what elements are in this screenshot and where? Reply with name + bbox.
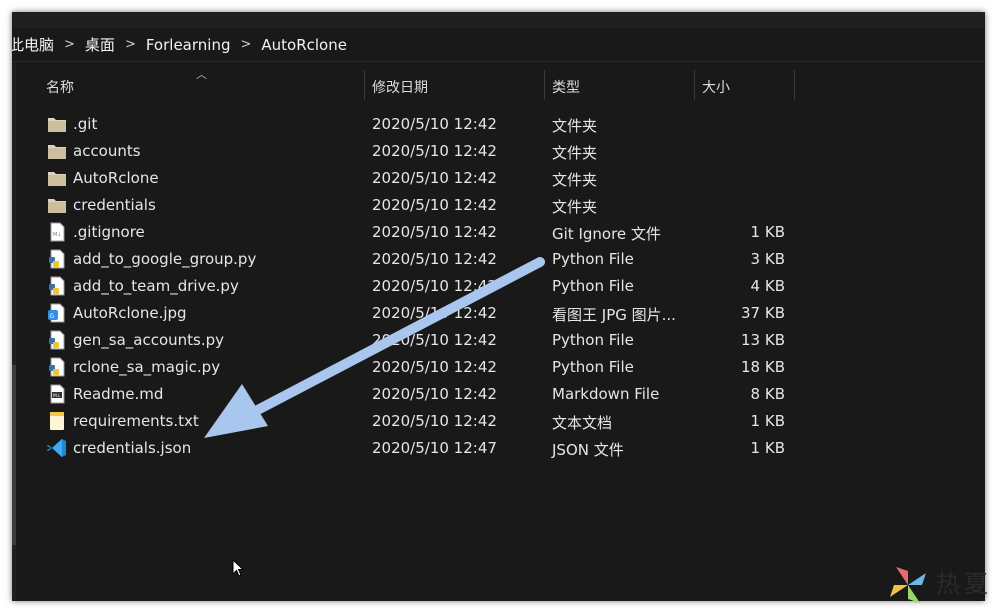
pinwheel-logo-icon [890, 567, 926, 603]
mouse-cursor-icon [232, 559, 245, 577]
annotation-arrow [204, 257, 545, 438]
watermark: 热夏 [884, 561, 992, 609]
watermark-text: 热夏 [936, 570, 992, 598]
